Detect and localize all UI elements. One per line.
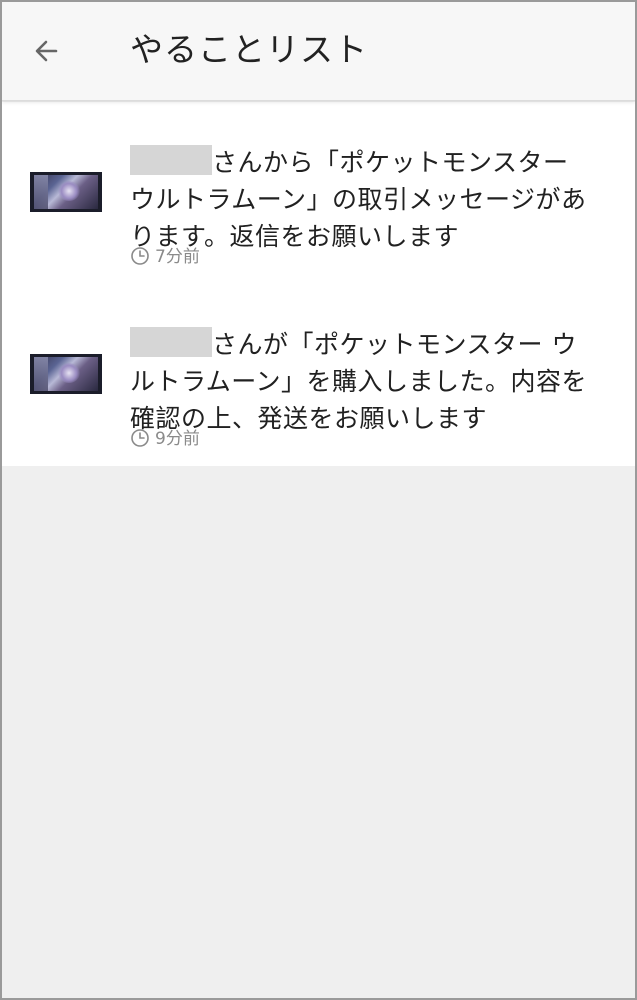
message-line: さんが「ポケットモンスター ウ — [212, 330, 577, 359]
back-button[interactable] — [24, 28, 68, 72]
app-header: やることリスト — [2, 2, 635, 101]
screen: やることリスト さんから「ポケットモンスター ウルトラムーン」の取引メッセージが… — [0, 0, 637, 1000]
message-line: さんから「ポケットモンスター — [212, 148, 569, 177]
timestamp-text: 7分前 — [155, 247, 200, 267]
redacted-username — [130, 145, 212, 175]
message-line: ルトラムーン」を購入しました。内容を — [130, 367, 588, 396]
message-line: ウルトラムーン」の取引メッセージがあ — [130, 185, 587, 214]
clock-icon — [130, 428, 150, 455]
product-thumbnail — [30, 354, 102, 394]
arrow-back-icon — [24, 28, 68, 72]
todo-item[interactable]: さんが「ポケットモンスター ウ ルトラムーン」を購入しました。内容を 確認の上、… — [2, 284, 635, 466]
todo-item[interactable]: さんから「ポケットモンスター ウルトラムーン」の取引メッセージがあ ります。返信… — [2, 102, 635, 284]
timestamp: 7分前 — [130, 245, 200, 269]
redacted-username — [130, 327, 212, 357]
clock-icon — [130, 246, 150, 273]
todo-message: さんから「ポケットモンスター ウルトラムーン」の取引メッセージがあ ります。返信… — [130, 144, 610, 255]
page-title: やることリスト — [130, 30, 368, 69]
timestamp-text: 9分前 — [155, 429, 200, 449]
product-thumbnail — [30, 172, 102, 212]
timestamp: 9分前 — [130, 427, 200, 451]
todo-list: さんから「ポケットモンスター ウルトラムーン」の取引メッセージがあ ります。返信… — [2, 102, 635, 466]
todo-message: さんが「ポケットモンスター ウ ルトラムーン」を購入しました。内容を 確認の上、… — [130, 326, 610, 437]
